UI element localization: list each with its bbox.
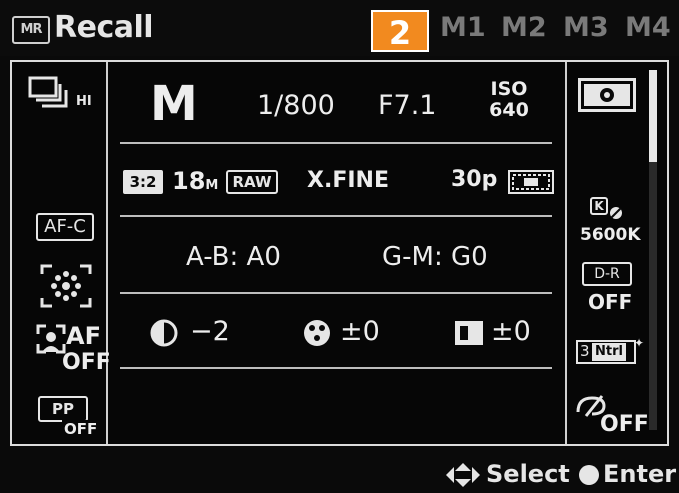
iso-value: 640 bbox=[489, 99, 529, 121]
tab-2[interactable]: 2 bbox=[371, 10, 429, 52]
contrast-value: −2 bbox=[190, 316, 230, 347]
row-divider bbox=[120, 367, 552, 369]
drive-mode-suffix: HI bbox=[76, 94, 92, 109]
dro-setting[interactable]: D-R OFF bbox=[582, 262, 636, 316]
picture-profile-setting[interactable]: PP OFF bbox=[38, 396, 100, 440]
tab-m4[interactable]: M4 bbox=[625, 12, 671, 43]
white-balance-k-icon: K bbox=[590, 197, 608, 215]
saturation-setting[interactable]: ±0 bbox=[302, 316, 412, 352]
tab-m2[interactable]: M2 bbox=[501, 12, 547, 43]
movie-format-icon bbox=[508, 170, 554, 194]
scrollbar-thumb[interactable] bbox=[649, 70, 657, 162]
exposure-mode[interactable]: M bbox=[150, 76, 198, 132]
focus-area-icon bbox=[40, 264, 92, 308]
image-quality-setting[interactable]: X.FINE bbox=[307, 168, 389, 193]
saturation-icon bbox=[304, 320, 330, 346]
tab-m1[interactable]: M1 bbox=[440, 12, 486, 43]
picture-effect-value: OFF bbox=[600, 412, 649, 437]
movie-frame-rate[interactable]: 30p bbox=[451, 167, 497, 192]
settings-panel bbox=[10, 60, 669, 446]
enter-button-icon bbox=[579, 465, 599, 485]
picture-profile-value: OFF bbox=[62, 420, 100, 438]
sharpness-value: ±0 bbox=[491, 316, 531, 347]
picture-effect-setting[interactable]: OFF bbox=[574, 392, 649, 438]
sparkle-icon: ✦ bbox=[634, 336, 645, 350]
metering-mode-setting[interactable] bbox=[578, 78, 636, 112]
sharpness-icon bbox=[455, 321, 483, 345]
creative-style-setting[interactable]: 3 Ntrl ✦ bbox=[576, 336, 645, 368]
dro-value: OFF bbox=[588, 290, 633, 314]
row-divider bbox=[120, 142, 552, 144]
select-hint-label: Select bbox=[486, 460, 570, 488]
image-size-value: 18 bbox=[172, 167, 206, 195]
row-divider bbox=[120, 292, 552, 294]
page-title: Recall bbox=[54, 10, 154, 45]
focus-area-setting[interactable] bbox=[38, 262, 94, 310]
drive-mode-setting[interactable]: HI bbox=[28, 76, 92, 116]
face-af-value: OFF bbox=[62, 350, 111, 375]
contrast-icon bbox=[150, 319, 178, 347]
row-divider bbox=[120, 215, 552, 217]
focus-mode-setting[interactable]: AF-C bbox=[36, 213, 94, 241]
image-size-setting[interactable]: 18M bbox=[172, 167, 218, 195]
creative-style-number: 3 bbox=[580, 342, 590, 360]
movie-format-glyph bbox=[512, 174, 550, 190]
raw-format-setting[interactable]: RAW bbox=[226, 170, 278, 194]
aperture-value[interactable]: F7.1 bbox=[378, 90, 436, 121]
saturation-value: ±0 bbox=[340, 316, 380, 347]
memory-recall-icon: MR bbox=[12, 16, 50, 44]
picture-profile-label: PP bbox=[38, 396, 88, 422]
aspect-ratio-value: 3:2 bbox=[125, 172, 161, 192]
image-size-unit: M bbox=[205, 178, 219, 193]
aspect-ratio-setting[interactable]: 3:2 bbox=[123, 170, 163, 194]
continuous-hi-icon bbox=[28, 76, 68, 108]
tab-m3[interactable]: M3 bbox=[563, 12, 609, 43]
enter-hint-label: Enter bbox=[603, 460, 677, 488]
white-balance-value: 5600K bbox=[580, 225, 641, 245]
contrast-setting[interactable]: −2 bbox=[150, 316, 270, 352]
dro-label: D-R bbox=[582, 262, 632, 286]
shutter-speed[interactable]: 1/800 bbox=[257, 90, 335, 121]
select-arrows-icon bbox=[446, 463, 480, 487]
left-divider bbox=[106, 62, 108, 444]
right-divider bbox=[565, 62, 567, 444]
white-balance-shift-ab[interactable]: A-B: A0 bbox=[186, 242, 281, 272]
face-af-label: AF bbox=[66, 322, 101, 350]
iso-setting[interactable]: ISO 640 bbox=[484, 78, 534, 122]
creative-style-label: Ntrl bbox=[592, 343, 626, 361]
face-detection-setting[interactable]: AF OFF bbox=[36, 322, 111, 378]
iso-label: ISO bbox=[490, 78, 528, 100]
white-balance-setting[interactable]: K 5600K bbox=[578, 197, 644, 249]
white-balance-tune-icon bbox=[610, 207, 622, 219]
sharpness-setting[interactable]: ±0 bbox=[453, 316, 553, 352]
metering-multi-icon bbox=[584, 84, 630, 106]
white-balance-shift-gm[interactable]: G-M: G0 bbox=[382, 242, 488, 272]
